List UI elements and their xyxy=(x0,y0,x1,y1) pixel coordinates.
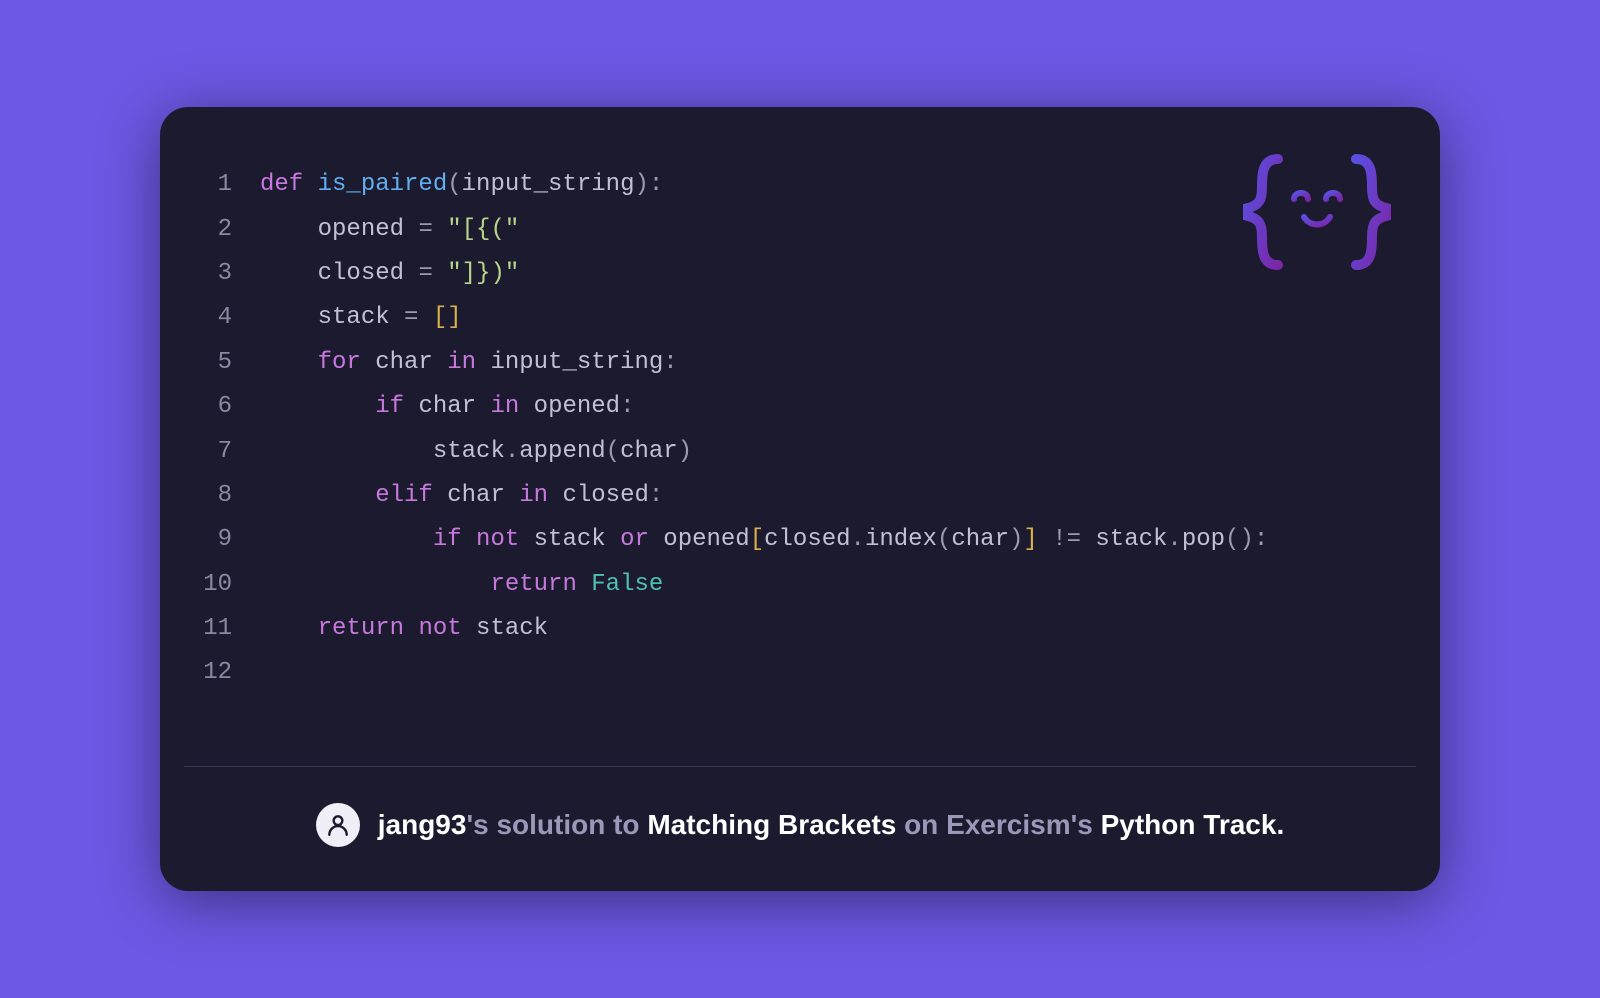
code-line: 4 stack = [] xyxy=(200,296,1400,340)
solution-to-label: 's solution to xyxy=(466,809,647,840)
code-line: 7 stack.append(char) xyxy=(200,430,1400,474)
line-number: 3 xyxy=(200,252,260,296)
code-line: 11 return not stack xyxy=(200,607,1400,651)
exercise-name: Matching Brackets xyxy=(647,809,896,840)
line-number: 5 xyxy=(200,341,260,385)
line-number: 11 xyxy=(200,607,260,651)
attribution-footer: jang93's solution to Matching Brackets o… xyxy=(160,767,1440,891)
period: . xyxy=(1276,809,1284,840)
code-content: stack.append(char) xyxy=(260,430,692,474)
code-line: 8 elif char in closed: xyxy=(200,474,1400,518)
line-number: 4 xyxy=(200,296,260,340)
code-line: 10 return False xyxy=(200,563,1400,607)
solution-card: 1def is_paired(input_string):2 opened = … xyxy=(160,107,1440,891)
code-content: return False xyxy=(260,563,663,607)
line-number: 2 xyxy=(200,208,260,252)
code-line: 5 for char in input_string: xyxy=(200,341,1400,385)
code-content: if char in opened: xyxy=(260,385,635,429)
code-line: 6 if char in opened: xyxy=(200,385,1400,429)
user-avatar xyxy=(316,803,360,847)
line-number: 6 xyxy=(200,385,260,429)
line-number: 7 xyxy=(200,430,260,474)
line-number: 1 xyxy=(200,163,260,207)
code-line: 12 xyxy=(200,651,1400,695)
code-line: 1def is_paired(input_string): xyxy=(200,163,1400,207)
code-block: 1def is_paired(input_string):2 opened = … xyxy=(160,107,1440,766)
line-number: 9 xyxy=(200,518,260,562)
code-content: for char in input_string: xyxy=(260,341,678,385)
code-content: def is_paired(input_string): xyxy=(260,163,663,207)
code-line: 2 opened = "[{(" xyxy=(200,208,1400,252)
on-exercism-label: on Exercism's xyxy=(896,809,1100,840)
line-number: 12 xyxy=(200,651,260,695)
code-content: elif char in closed: xyxy=(260,474,663,518)
code-content: stack = [] xyxy=(260,296,462,340)
username: jang93 xyxy=(378,809,467,840)
line-number: 8 xyxy=(200,474,260,518)
code-line: 3 closed = "]})" xyxy=(200,252,1400,296)
user-icon xyxy=(325,812,351,838)
track-name: Python Track xyxy=(1101,809,1277,840)
line-number: 10 xyxy=(200,563,260,607)
attribution-text: jang93's solution to Matching Brackets o… xyxy=(378,809,1284,841)
code-content: return not stack xyxy=(260,607,548,651)
code-line: 9 if not stack or opened[closed.index(ch… xyxy=(200,518,1400,562)
code-content: if not stack or opened[closed.index(char… xyxy=(260,518,1268,562)
code-content: closed = "]})" xyxy=(260,252,519,296)
code-content: opened = "[{(" xyxy=(260,208,519,252)
